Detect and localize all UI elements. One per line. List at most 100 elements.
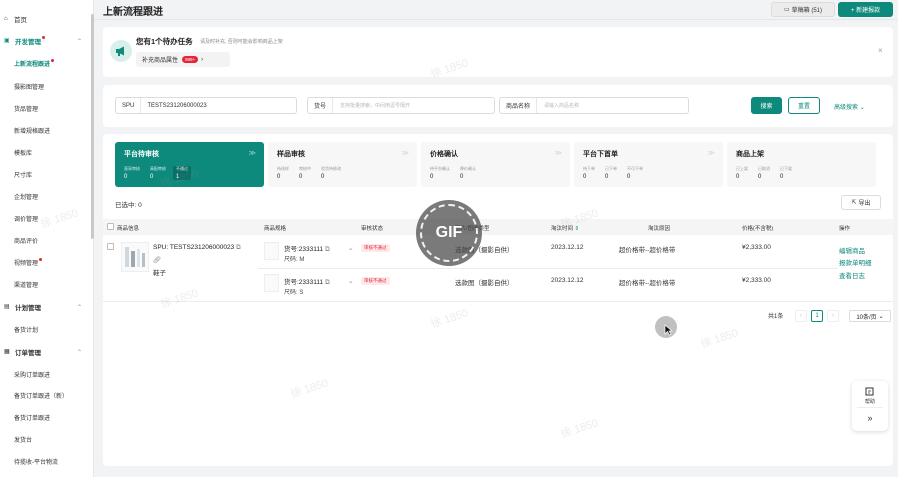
sidebar-item-pricing[interactable]: 调价管理	[0, 211, 94, 225]
prev-page-button[interactable]: ‹	[795, 310, 807, 322]
copy-icon[interactable]: ⧉	[236, 244, 241, 251]
reset-button[interactable]: 重置	[788, 97, 820, 114]
page-1-button[interactable]: 1	[811, 310, 823, 322]
product-name-input[interactable]: 请输入商品名称	[537, 102, 579, 109]
expand-icon[interactable]: »	[852, 413, 888, 423]
export-icon: ⇱	[851, 200, 857, 206]
spu-field[interactable]: SPU TESTS231206000023	[115, 97, 297, 114]
chevron-down-icon[interactable]: ⌄	[348, 277, 353, 285]
sidebar-scrollbar[interactable]	[91, 14, 94, 239]
sidebar-item-new-process[interactable]: 上新流程跟进	[0, 56, 94, 70]
sidebar-item-channel[interactable]: 渠道管理	[0, 277, 94, 291]
report-detail-link[interactable]: 报款单明细	[839, 257, 872, 267]
notification-dot	[42, 36, 45, 39]
sidebar-item-size[interactable]: 尺寸库	[0, 167, 94, 181]
sku-code: 货号:2333111 ⧉	[284, 279, 330, 286]
view-log-link[interactable]: 查看日志	[839, 270, 865, 280]
stage-platform-review[interactable]: 平台待审核 ≫ 直采审核 0 高配审核 0 不通过 1	[115, 142, 264, 187]
sku-code: 货号:2333111 ⧉	[284, 246, 330, 253]
chevron-right-icon: ›	[201, 56, 204, 63]
draft-icon: ▭	[783, 7, 790, 13]
chevron-down-icon: ⌄	[878, 313, 884, 320]
chevron-up-icon: ⌃	[77, 349, 83, 356]
sidebar-item-purchase[interactable]: 采购订单跟进	[0, 367, 94, 381]
select-all-checkbox[interactable]	[107, 223, 114, 230]
sidebar-group-plan[interactable]: ▤ 计划管理 ⌃	[0, 300, 94, 314]
sku-image[interactable]	[264, 274, 279, 292]
chevrons-right-icon: ≫	[707, 150, 715, 157]
export-button[interactable]: ⇱ 导出	[841, 195, 881, 210]
stage-price-confirm[interactable]: 价格确认 ≫ 待平台确认 0 降价确认 0	[421, 142, 570, 187]
chevron-up-icon: ⌃	[77, 304, 83, 311]
sidebar-group-orders[interactable]: ▦ 订单管理 ⌃	[0, 345, 94, 359]
sidebar-item-stock[interactable]: 备货订单跟进	[0, 410, 94, 424]
sidebar-group-dev[interactable]: ▣ 开发管理 ⌃	[0, 34, 94, 48]
copy-icon: ⧉	[324, 279, 330, 286]
chevron-down-icon[interactable]: ⌄	[348, 244, 353, 252]
search-button[interactable]: 搜索	[751, 97, 782, 114]
status-badge: 审核不通过	[361, 277, 390, 285]
divider	[103, 301, 893, 302]
sku-field[interactable]: 货号 支持批量搜索，中间用逗号隔开	[307, 97, 495, 114]
new-listing-button[interactable]: + 新建报款	[838, 2, 893, 17]
chevrons-right-icon: ≫	[401, 150, 409, 157]
task-title: 您有1个待办任务	[136, 37, 193, 46]
next-page-button[interactable]: ›	[827, 310, 839, 322]
plan-icon: ▤	[4, 303, 10, 310]
product-spu: SPU: TESTS231206000023 ⧉	[153, 244, 241, 251]
sku-input[interactable]: 支持批量搜索，中间用逗号隔开	[333, 102, 410, 109]
product-name: 鞋子	[153, 270, 166, 277]
selected-count: 已选中: 0	[115, 202, 142, 209]
orders-icon: ▦	[4, 348, 10, 355]
mouse-cursor-icon	[664, 324, 673, 336]
sidebar: ⌂ 首页 ▣ 开发管理 ⌃ 上新流程跟进 摄影图管理 货品管理 新增规格跟进 模…	[0, 0, 94, 477]
spu-input[interactable]: TESTS231206000023	[141, 103, 206, 109]
sidebar-item-photo[interactable]: 摄影图管理	[0, 79, 94, 93]
todo-task-banner: 您有1个待办任务 请及时补充, 否则可能会影响商品上架 补充商品属性 999+ …	[103, 27, 893, 77]
stage-listing[interactable]: 商品上架 已上架 0 已取消 0 已下架 0	[727, 142, 876, 187]
supplement-attributes-chip[interactable]: 补充商品属性 999+ ›	[136, 52, 230, 67]
total-count: 共1条	[768, 314, 784, 320]
product-image[interactable]	[121, 242, 149, 272]
sortable-column[interactable]: 淘汰时间 ⇕	[551, 224, 579, 232]
sort-icon: ⇕	[574, 226, 580, 232]
sidebar-item-pickup[interactable]: 待揽收-平台物流	[0, 454, 94, 468]
close-icon[interactable]: ×	[878, 46, 883, 55]
dev-icon: ▣	[4, 37, 10, 44]
advanced-search-link[interactable]: 高级搜索 ⌄	[834, 102, 865, 111]
chevron-up-icon: ⌃	[77, 38, 83, 45]
sidebar-item-goods[interactable]: 货品管理	[0, 101, 94, 115]
sidebar-item-home[interactable]: ⌂ 首页	[0, 12, 94, 26]
task-subtitle: 请及时补充, 否则可能会影响商品上架	[200, 39, 283, 45]
sidebar-item-planning[interactable]: 企划管理	[0, 189, 94, 203]
chevron-down-icon: ⌄	[859, 105, 865, 111]
sidebar-item-stock-plan[interactable]: 备货计划	[0, 322, 94, 336]
status-badge: 审核不通过	[361, 244, 390, 252]
chevrons-right-icon: ≫	[554, 150, 562, 157]
count-badge: 999+	[182, 56, 199, 63]
product-list-panel: 平台待审核 ≫ 直采审核 0 高配审核 0 不通过 1 样品审核 ≫ 待选样 0 审核中 0 …	[103, 134, 893, 466]
row-checkbox[interactable]	[107, 243, 114, 250]
sidebar-item-shipping[interactable]: 发货台	[0, 432, 94, 446]
page-title: 上新流程跟进	[103, 7, 163, 18]
sidebar-item-stock-new[interactable]: 备货订单跟进（新）	[0, 388, 94, 402]
sidebar-item-spec[interactable]: 新增规格跟进	[0, 123, 94, 137]
stage-sample-review[interactable]: 样品审核 ≫ 待选样 0 审核中 0 验货待修改 0	[268, 142, 417, 187]
edit-product-link[interactable]: 编辑商品	[839, 245, 865, 255]
sku-image[interactable]	[264, 242, 279, 260]
draft-box-button[interactable]: ▭ 草稿箱 (51)	[771, 2, 835, 17]
help-widget[interactable]: 帮助 »	[852, 381, 888, 431]
home-icon: ⌂	[4, 16, 8, 22]
page-size-select[interactable]: 10条/页 ⌄	[849, 310, 891, 322]
help-icon	[865, 387, 874, 396]
chevrons-right-icon: ≫	[248, 150, 256, 157]
link-icon[interactable]: 🔗︎	[153, 256, 161, 264]
stage-first-order[interactable]: 平台下首单 ≫ 待下单 0 已下单 0 不可下单 0	[574, 142, 723, 187]
megaphone-icon	[110, 40, 132, 62]
sidebar-item-video[interactable]: 视频管理	[0, 255, 94, 269]
sidebar-item-review[interactable]: 商品评价	[0, 233, 94, 247]
sidebar-item-template[interactable]: 模板库	[0, 145, 94, 159]
divider	[258, 268, 838, 269]
gif-play-overlay[interactable]: GIF	[416, 200, 482, 266]
product-name-field[interactable]: 商品名称 请输入商品名称	[499, 97, 689, 114]
